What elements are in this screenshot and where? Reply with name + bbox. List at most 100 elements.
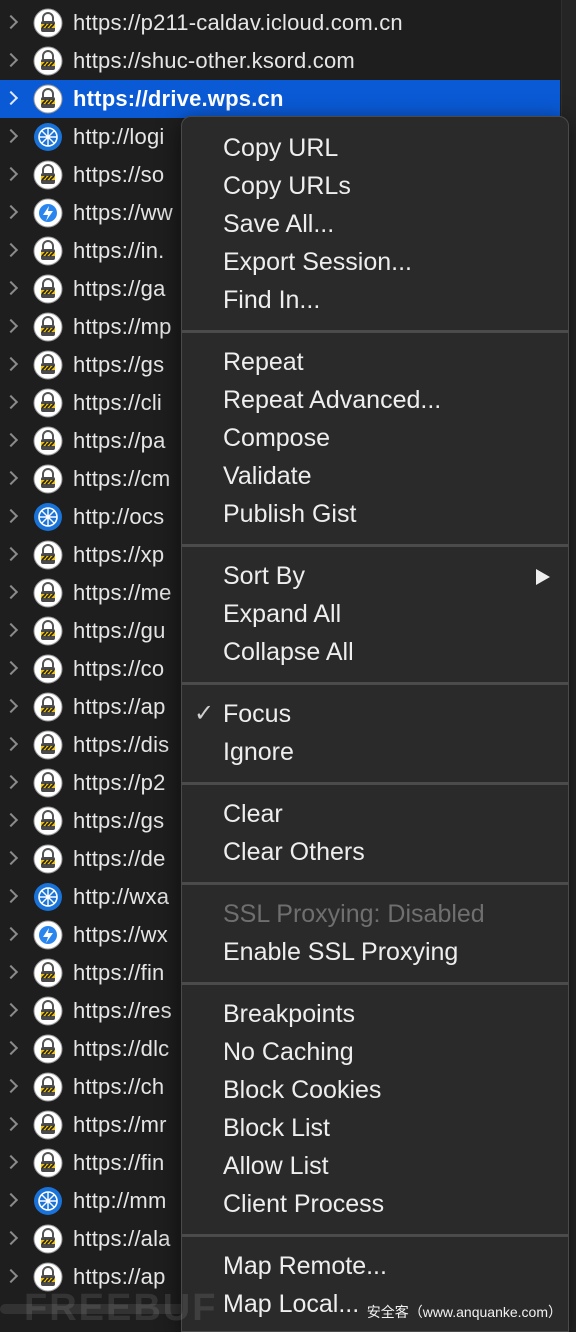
disclosure-chevron-icon[interactable] <box>3 1116 19 1132</box>
menu-item-validate[interactable]: Validate <box>182 457 568 495</box>
host-url: https://ww <box>73 200 173 225</box>
host-url: http://mm <box>73 1188 167 1213</box>
disclosure-chevron-icon[interactable] <box>3 1230 19 1246</box>
menu-separator <box>182 881 568 885</box>
menu-item-label: Repeat <box>223 348 304 376</box>
disclosure-chevron-icon[interactable] <box>3 14 19 30</box>
disclosure-chevron-icon[interactable] <box>3 736 19 752</box>
menu-item-label: Collapse All <box>223 638 354 666</box>
menu-item-label: Clear <box>223 800 283 828</box>
disclosure-chevron-icon[interactable] <box>3 698 19 714</box>
lock-icon <box>33 578 63 608</box>
disclosure-chevron-icon[interactable] <box>3 1040 19 1056</box>
disclosure-chevron-icon[interactable] <box>3 394 19 410</box>
menu-item-compose[interactable]: Compose <box>182 419 568 457</box>
host-url: https://ch <box>73 1074 165 1099</box>
lock-icon <box>33 388 63 418</box>
lock-icon <box>33 1148 63 1178</box>
disclosure-chevron-icon[interactable] <box>3 204 19 220</box>
disclosure-chevron-icon[interactable] <box>3 280 19 296</box>
menu-item-find-in[interactable]: Find In... <box>182 281 568 319</box>
disclosure-chevron-icon[interactable] <box>3 432 19 448</box>
disclosure-chevron-icon[interactable] <box>3 964 19 980</box>
menu-item-save-all[interactable]: Save All... <box>182 205 568 243</box>
menu-item-map-remote[interactable]: Map Remote... <box>182 1247 568 1285</box>
disclosure-chevron-icon[interactable] <box>3 1078 19 1094</box>
lightning-icon <box>33 920 63 950</box>
lock-icon <box>33 768 63 798</box>
host-url: https://in. <box>73 238 165 263</box>
menu-item-ignore[interactable]: Ignore <box>182 733 568 771</box>
checkmark-icon: ✓ <box>194 700 215 727</box>
lock-icon <box>33 160 63 190</box>
disclosure-chevron-icon[interactable] <box>3 546 19 562</box>
host-row[interactable]: https://drive.wps.cn <box>0 80 560 118</box>
host-url: https://dis <box>73 732 170 757</box>
menu-item-export-session[interactable]: Export Session... <box>182 243 568 281</box>
disclosure-chevron-icon[interactable] <box>3 470 19 486</box>
menu-item-enable-ssl-proxying[interactable]: Enable SSL Proxying <box>182 933 568 971</box>
menu-item-copy-url[interactable]: Copy URL <box>182 129 568 167</box>
menu-item-allow-list[interactable]: Allow List <box>182 1147 568 1185</box>
host-url: https://mr <box>73 1112 167 1137</box>
menu-separator <box>182 981 568 985</box>
disclosure-chevron-icon[interactable] <box>3 774 19 790</box>
disclosure-chevron-icon[interactable] <box>3 1192 19 1208</box>
disclosure-chevron-icon[interactable] <box>3 926 19 942</box>
lock-icon <box>33 730 63 760</box>
disclosure-chevron-icon[interactable] <box>3 166 19 182</box>
disclosure-chevron-icon[interactable] <box>3 52 19 68</box>
context-menu: Copy URL Copy URLs Save All... Export Sessi… <box>181 116 569 1332</box>
host-url: https://p2 <box>73 770 166 795</box>
disclosure-chevron-icon[interactable] <box>3 1154 19 1170</box>
host-url: https://ga <box>73 276 166 301</box>
host-row[interactable]: https://shuc-other.ksord.com <box>0 42 560 80</box>
disclosure-chevron-icon[interactable] <box>3 888 19 904</box>
menu-item-client-process[interactable]: Client Process <box>182 1185 568 1223</box>
menu-item-block-list[interactable]: Block List <box>182 1109 568 1147</box>
disclosure-chevron-icon[interactable] <box>3 1268 19 1284</box>
menu-item-publish-gist[interactable]: Publish Gist <box>182 495 568 533</box>
submenu-arrow-icon <box>536 569 550 585</box>
menu-item-breakpoints[interactable]: Breakpoints <box>182 995 568 1033</box>
menu-item-clear[interactable]: Clear <box>182 795 568 833</box>
menu-item-label: Map Remote... <box>223 1252 387 1280</box>
menu-item-block-cookies[interactable]: Block Cookies <box>182 1071 568 1109</box>
host-url: https://wx <box>73 922 168 947</box>
menu-item-repeat-advanced[interactable]: Repeat Advanced... <box>182 381 568 419</box>
disclosure-chevron-icon[interactable] <box>3 90 19 106</box>
lock-icon <box>33 1072 63 1102</box>
menu-item-label: Block List <box>223 1114 330 1142</box>
menu-item-clear-others[interactable]: Clear Others <box>182 833 568 871</box>
menu-item-collapse-all[interactable]: Collapse All <box>182 633 568 671</box>
disclosure-chevron-icon[interactable] <box>3 584 19 600</box>
disclosure-chevron-icon[interactable] <box>3 318 19 334</box>
menu-item-label: Repeat Advanced... <box>223 386 442 414</box>
menu-item-repeat[interactable]: Repeat <box>182 343 568 381</box>
menu-item-expand-all[interactable]: Expand All <box>182 595 568 633</box>
menu-item-copy-urls[interactable]: Copy URLs <box>182 167 568 205</box>
menu-item-sort-by[interactable]: Sort By <box>182 557 568 595</box>
host-url: https://fin <box>73 1150 165 1175</box>
disclosure-chevron-icon[interactable] <box>3 508 19 524</box>
menu-item-label: Publish Gist <box>223 500 357 528</box>
host-url: https://ap <box>73 694 166 719</box>
disclosure-chevron-icon[interactable] <box>3 242 19 258</box>
host-row[interactable]: https://p211-caldav.icloud.com.cn <box>0 4 560 42</box>
menu-separator <box>182 781 568 785</box>
host-url: https://so <box>73 162 165 187</box>
disclosure-chevron-icon[interactable] <box>3 660 19 676</box>
menu-item-no-caching[interactable]: No Caching <box>182 1033 568 1071</box>
disclosure-chevron-icon[interactable] <box>3 1002 19 1018</box>
lock-icon <box>33 692 63 722</box>
menu-item-focus[interactable]: ✓ Focus <box>182 695 568 733</box>
lock-icon <box>33 46 63 76</box>
lightning-icon <box>33 198 63 228</box>
menu-separator <box>182 1233 568 1237</box>
lock-icon <box>33 996 63 1026</box>
disclosure-chevron-icon[interactable] <box>3 850 19 866</box>
disclosure-chevron-icon[interactable] <box>3 356 19 372</box>
disclosure-chevron-icon[interactable] <box>3 128 19 144</box>
disclosure-chevron-icon[interactable] <box>3 812 19 828</box>
disclosure-chevron-icon[interactable] <box>3 622 19 638</box>
